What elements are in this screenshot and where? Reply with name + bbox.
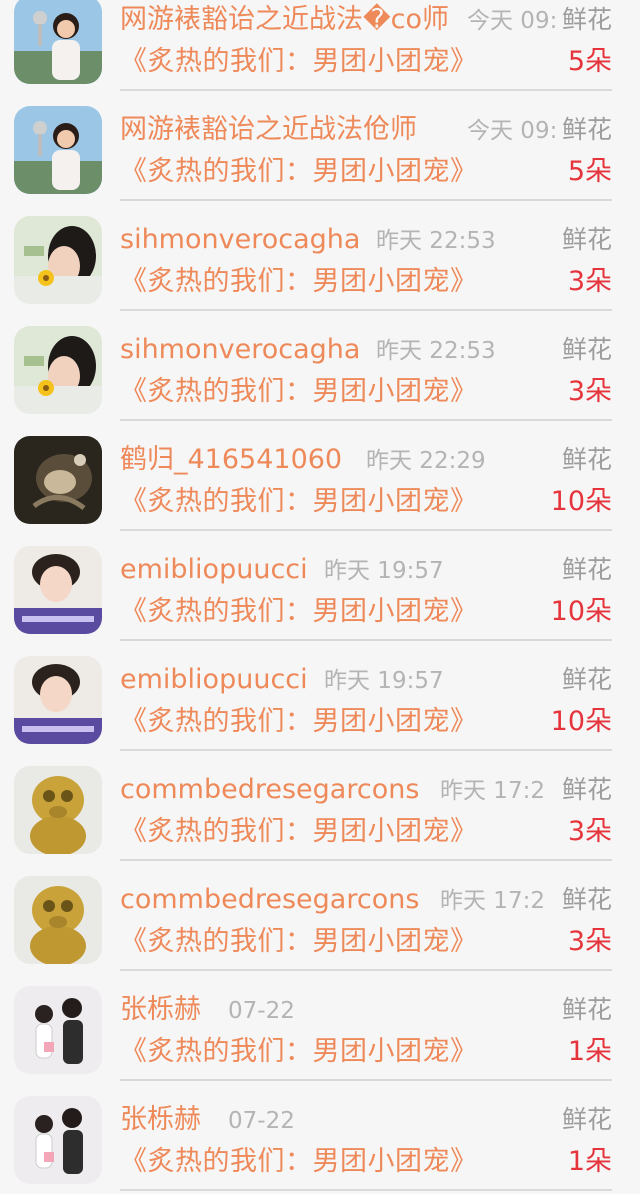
gift-type-label: 鲜花 (561, 555, 612, 584)
avatar[interactable] (14, 436, 102, 524)
user-name[interactable]: emibliopuucci (120, 662, 308, 698)
avatar[interactable] (14, 766, 102, 854)
gift-type-label: 鲜花 (561, 335, 612, 364)
timestamp: 昨天 22:53 (376, 338, 496, 364)
flower-count: 3朵 (567, 816, 612, 847)
book-title[interactable]: 《炙热的我们：男团小团宠》 (120, 44, 478, 80)
avatar[interactable] (14, 656, 102, 744)
timestamp: 07-22 (228, 998, 295, 1024)
gift-type-label: 鲜花 (561, 225, 612, 254)
book-title[interactable]: 《炙热的我们：男团小团宠》 (120, 704, 478, 740)
list-item[interactable]: 网游裱豁诒之近战法�co师 今天 09: 鲜花 《炙热的我们：男团小团宠》 5朵 (0, 0, 640, 92)
timestamp: 今天 09: (467, 118, 558, 144)
user-name[interactable]: 张栎赫 (120, 1102, 201, 1138)
divider (120, 199, 612, 201)
list-item[interactable]: sihmonverocagha 昨天 22:53 鲜花 《炙热的我们：男团小团宠… (0, 312, 640, 422)
user-name[interactable]: 鹤归_416541060 (120, 442, 342, 478)
timestamp: 昨天 17:2 (440, 778, 545, 804)
list-item[interactable]: 张栎赫 07-22 鲜花 《炙热的我们：男团小团宠》 1朵 (0, 972, 640, 1082)
user-name[interactable]: emibliopuucci (120, 552, 308, 588)
flower-count: 3朵 (567, 266, 612, 297)
user-name[interactable]: commbedresegarcons (120, 882, 419, 918)
timestamp: 昨天 19:57 (324, 558, 444, 584)
list-item[interactable]: emibliopuucci 昨天 19:57 鲜花 《炙热的我们：男团小团宠》 … (0, 642, 640, 752)
book-title[interactable]: 《炙热的我们：男团小团宠》 (120, 264, 478, 300)
gift-type-label: 鲜花 (561, 995, 612, 1024)
book-title[interactable]: 《炙热的我们：男团小团宠》 (120, 1034, 478, 1070)
divider (120, 419, 612, 421)
divider (120, 309, 612, 311)
list-item[interactable]: 张栎赫 07-22 鲜花 《炙热的我们：男团小团宠》 1朵 (0, 1082, 640, 1192)
gift-type-label: 鲜花 (561, 115, 612, 144)
flower-count: 1朵 (567, 1146, 612, 1177)
avatar[interactable] (14, 326, 102, 414)
avatar[interactable] (14, 986, 102, 1074)
divider (120, 969, 612, 971)
flower-count: 1朵 (567, 1036, 612, 1067)
user-name[interactable]: 网游裱豁诒之近战法�co师 (120, 2, 449, 38)
user-name[interactable]: 网游裱豁诒之近战法伧师 (120, 112, 417, 148)
divider (120, 639, 612, 641)
divider (120, 529, 612, 531)
list-item[interactable]: 鹤归_416541060 昨天 22:29 鲜花 《炙热的我们：男团小团宠》 1… (0, 422, 640, 532)
gift-type-label: 鲜花 (561, 5, 612, 34)
divider (120, 859, 612, 861)
gift-type-label: 鲜花 (561, 885, 612, 914)
avatar[interactable] (14, 546, 102, 634)
flower-count: 3朵 (567, 376, 612, 407)
flower-count: 10朵 (550, 706, 612, 737)
book-title[interactable]: 《炙热的我们：男团小团宠》 (120, 484, 478, 520)
timestamp: 昨天 22:53 (376, 228, 496, 254)
flower-count: 10朵 (550, 486, 612, 517)
divider (120, 89, 612, 91)
gift-type-label: 鲜花 (561, 665, 612, 694)
timestamp: 昨天 19:57 (324, 668, 444, 694)
book-title[interactable]: 《炙热的我们：男团小团宠》 (120, 814, 478, 850)
divider (120, 749, 612, 751)
book-title[interactable]: 《炙热的我们：男团小团宠》 (120, 1144, 478, 1180)
book-title[interactable]: 《炙热的我们：男团小团宠》 (120, 374, 478, 410)
divider (120, 1189, 612, 1191)
timestamp: 今天 09: (467, 8, 558, 34)
timestamp: 昨天 17:2 (440, 888, 545, 914)
flower-count: 10朵 (550, 596, 612, 627)
avatar[interactable] (14, 0, 102, 84)
book-title[interactable]: 《炙热的我们：男团小团宠》 (120, 924, 478, 960)
user-name[interactable]: commbedresegarcons (120, 772, 419, 808)
avatar[interactable] (14, 216, 102, 304)
list-item[interactable]: commbedresegarcons 昨天 17:2 鲜花 《炙热的我们：男团小… (0, 752, 640, 862)
flower-count: 5朵 (567, 46, 612, 77)
divider (120, 1079, 612, 1081)
list-item[interactable]: emibliopuucci 昨天 19:57 鲜花 《炙热的我们：男团小团宠》 … (0, 532, 640, 642)
list-item[interactable]: sihmonverocagha 昨天 22:53 鲜花 《炙热的我们：男团小团宠… (0, 202, 640, 312)
timestamp: 昨天 22:29 (366, 448, 486, 474)
flower-gift-list: 网游裱豁诒之近战法�co师 今天 09: 鲜花 《炙热的我们：男团小团宠》 5朵… (0, 0, 640, 1191)
gift-type-label: 鲜花 (561, 1105, 612, 1134)
list-item[interactable]: commbedresegarcons 昨天 17:2 鲜花 《炙热的我们：男团小… (0, 862, 640, 972)
avatar[interactable] (14, 1096, 102, 1184)
gift-type-label: 鲜花 (561, 445, 612, 474)
book-title[interactable]: 《炙热的我们：男团小团宠》 (120, 154, 478, 190)
avatar[interactable] (14, 876, 102, 964)
list-item[interactable]: 网游裱豁诒之近战法伧师 今天 09: 鲜花 《炙热的我们：男团小团宠》 5朵 (0, 92, 640, 202)
book-title[interactable]: 《炙热的我们：男团小团宠》 (120, 594, 478, 630)
user-name[interactable]: 张栎赫 (120, 992, 201, 1028)
gift-type-label: 鲜花 (561, 775, 612, 804)
timestamp: 07-22 (228, 1108, 295, 1134)
flower-count: 3朵 (567, 926, 612, 957)
avatar[interactable] (14, 106, 102, 194)
user-name[interactable]: sihmonverocagha (120, 332, 360, 368)
user-name[interactable]: sihmonverocagha (120, 222, 360, 258)
flower-count: 5朵 (567, 156, 612, 187)
